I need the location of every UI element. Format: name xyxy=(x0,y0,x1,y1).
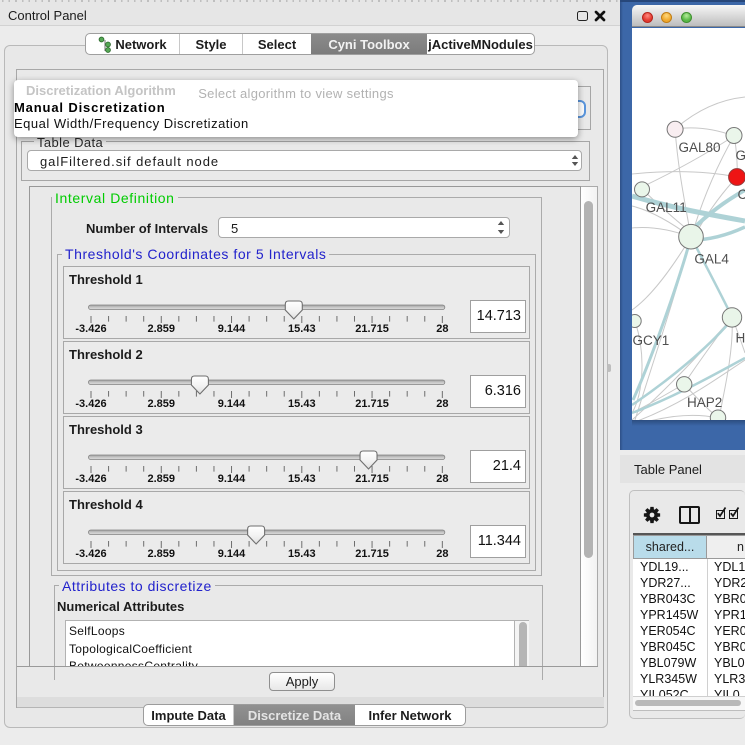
svg-text:28: 28 xyxy=(436,473,448,485)
svg-text:-3.426: -3.426 xyxy=(75,548,106,560)
svg-text:GAL11: GAL11 xyxy=(646,200,687,215)
svg-text:15.43: 15.43 xyxy=(288,323,316,335)
svg-text:-3.426: -3.426 xyxy=(75,323,106,335)
svg-text:-3.426: -3.426 xyxy=(75,398,106,410)
svg-text:GAL4: GAL4 xyxy=(694,251,729,266)
svg-text:2.859: 2.859 xyxy=(148,323,176,335)
svg-text:9.144: 9.144 xyxy=(218,548,246,560)
svg-text:2.859: 2.859 xyxy=(148,473,176,485)
svg-text:15.43: 15.43 xyxy=(288,398,316,410)
svg-text:HIS5: HIS5 xyxy=(736,331,745,346)
svg-text:2.859: 2.859 xyxy=(148,398,176,410)
svg-text:15.43: 15.43 xyxy=(288,473,316,485)
svg-text:GCY1: GCY1 xyxy=(633,333,670,348)
svg-text:HAP2: HAP2 xyxy=(687,395,722,410)
svg-text:9.144: 9.144 xyxy=(218,473,246,485)
svg-text:21.715: 21.715 xyxy=(355,323,389,335)
svg-text:GAL3: GAL3 xyxy=(736,148,745,163)
svg-text:28: 28 xyxy=(436,323,448,335)
svg-text:28: 28 xyxy=(436,398,448,410)
svg-text:21.715: 21.715 xyxy=(355,398,389,410)
svg-text:21.715: 21.715 xyxy=(355,548,389,560)
svg-text:CY: CY xyxy=(738,187,745,202)
svg-text:2.859: 2.859 xyxy=(148,548,176,560)
svg-text:GAL80: GAL80 xyxy=(678,140,720,155)
svg-text:9.144: 9.144 xyxy=(218,398,246,410)
svg-text:9.144: 9.144 xyxy=(218,323,246,335)
svg-text:15.43: 15.43 xyxy=(288,548,316,560)
svg-text:28: 28 xyxy=(436,548,448,560)
svg-text:21.715: 21.715 xyxy=(355,473,389,485)
svg-text:-3.426: -3.426 xyxy=(75,473,106,485)
